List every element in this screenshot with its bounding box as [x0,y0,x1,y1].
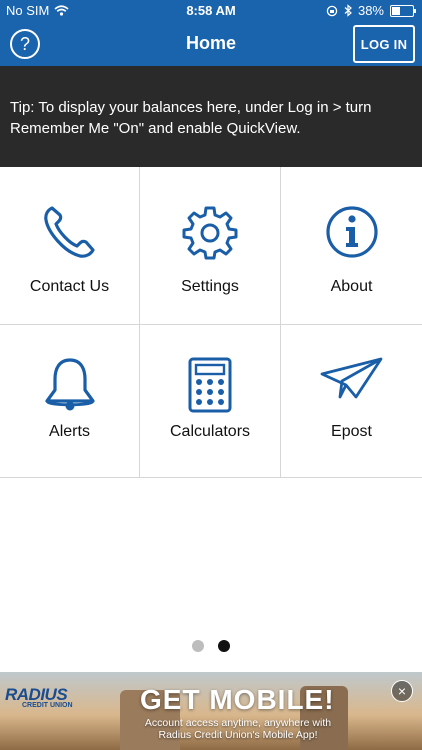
tile-epost[interactable]: Epost [281,325,422,478]
tile-label: Epost [331,423,372,440]
tip-text: Tip: To display your balances here, unde… [10,99,372,137]
page-dot-1[interactable] [192,640,204,652]
menu-grid: Contact Us Settings About Alerts Calcula… [0,167,422,478]
calculator-icon [188,357,232,413]
paper-plane-icon [320,357,382,399]
tip-banner: Tip: To display your balances here, unde… [0,66,422,167]
info-icon [325,206,378,258]
gear-icon [182,206,238,260]
ad-brand-sub: CREDIT UNION [22,702,73,709]
ad-headline: GET MOBILE! [140,684,335,715]
battery-icon [390,4,416,17]
tile-settings[interactable]: Settings [140,167,281,325]
tile-label: Settings [181,278,239,295]
ad-close-button[interactable]: × [391,680,413,702]
battery-fill [392,6,400,15]
bluetooth-icon [344,4,352,17]
login-button[interactable]: LOG IN [353,25,415,63]
app-header: No SIM 8:58 AM 38% ? Home LOG IN [0,0,422,66]
phone-icon [43,206,95,258]
page-indicator [0,640,422,652]
tile-contact-us[interactable]: Contact Us [0,167,140,325]
ad-banner[interactable]: RADIUS CREDIT UNION GET MOBILE! Account … [0,672,422,750]
status-bar: No SIM 8:58 AM 38% [0,0,422,22]
page-dot-2[interactable] [218,640,230,652]
rotation-lock-icon [326,5,338,16]
tile-calculators[interactable]: Calculators [140,325,281,478]
bell-icon [44,358,95,411]
ad-subtext: Account access anytime, anywhere with Ra… [144,717,332,741]
tile-label: Calculators [169,423,251,440]
tile-about[interactable]: About [281,167,422,325]
battery-percent: 38% [357,3,384,18]
tile-alerts[interactable]: Alerts [0,325,140,478]
tile-label: Contact Us [29,278,110,295]
tile-label: About [330,278,373,295]
tile-label: Alerts [49,423,90,440]
